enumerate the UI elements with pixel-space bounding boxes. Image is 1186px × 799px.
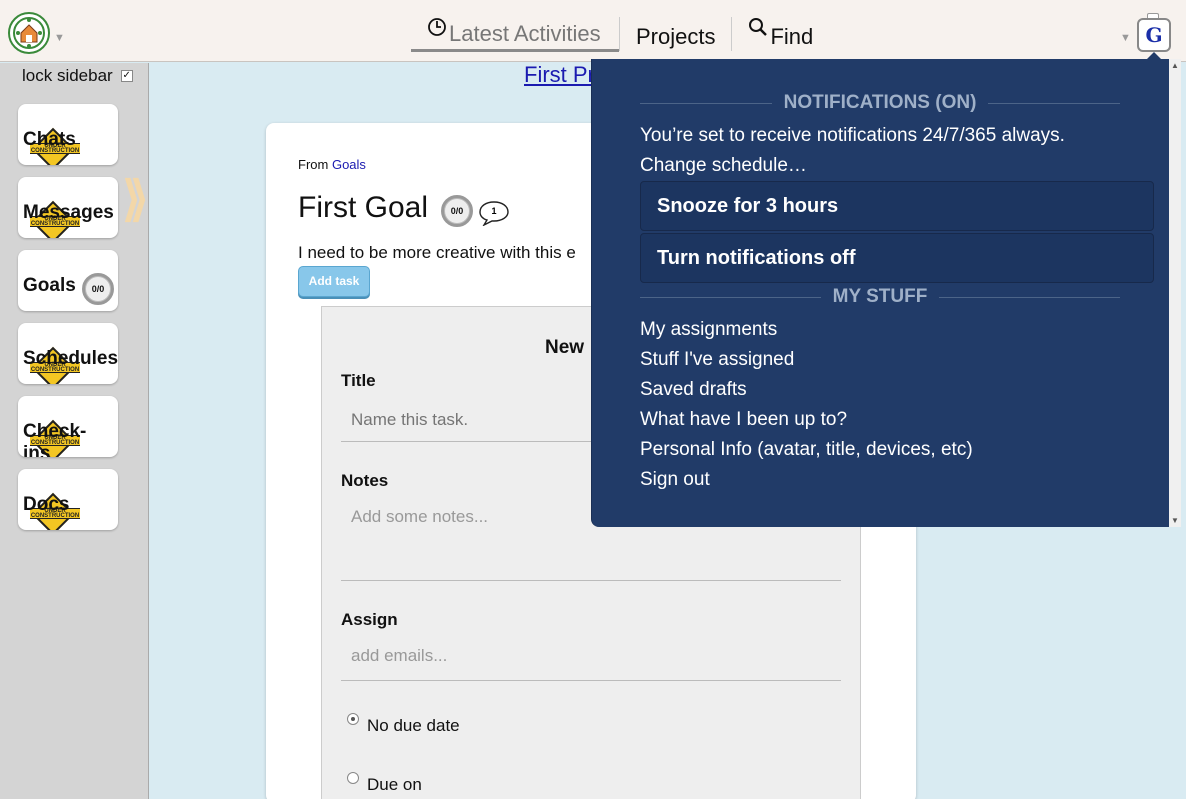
menu-item-stuff-assigned[interactable]: Stuff I've assigned <box>640 349 794 371</box>
turn-notifications-off-button[interactable]: Turn notifications off <box>640 233 1154 283</box>
dropdown-scrollbar[interactable]: ▲ ▼ <box>1169 59 1181 527</box>
nav-label: Latest Activities <box>449 21 601 46</box>
page-title: First Goal <box>298 191 429 224</box>
assign-emails-input[interactable]: add emails... <box>341 646 841 681</box>
scroll-down-icon[interactable]: ▼ <box>1171 516 1179 525</box>
nav-label: Projects <box>636 24 716 49</box>
lock-sidebar-label: lock sidebar <box>22 66 113 85</box>
nav-latest-activities[interactable]: Latest Activities <box>411 16 619 52</box>
dropdown-pointer <box>1147 52 1161 59</box>
sidebar-item-schedules[interactable]: UNDER CONSTRUCTION Schedules <box>18 323 118 384</box>
main-nav: Latest Activities Projects Find <box>411 16 829 52</box>
notifications-section-heading: NOTIFICATIONS (ON) <box>640 92 1121 114</box>
top-bar: ▼ Latest Activities Projects Find ▼ G <box>0 0 1186 62</box>
menu-item-activity[interactable]: What have I been up to? <box>640 409 847 431</box>
goals-progress-badge: 0/0 <box>82 273 114 305</box>
due-on-label: Due on <box>367 775 422 794</box>
notifications-status-text: You’re set to receive notifications 24/7… <box>640 125 1065 146</box>
nav-projects[interactable]: Projects <box>620 16 731 52</box>
menu-item-saved-drafts[interactable]: Saved drafts <box>640 379 747 401</box>
due-on-radio[interactable] <box>347 772 359 784</box>
menu-item-sign-out[interactable]: Sign out <box>640 469 710 491</box>
scroll-up-icon[interactable]: ▲ <box>1171 61 1179 70</box>
sidebar-item-check-ins[interactable]: UNDER CONSTRUCTION Check-ins <box>18 396 118 457</box>
sidebar-item-messages[interactable]: UNDER CONSTRUCTION Messages <box>18 177 118 238</box>
menu-item-personal-info[interactable]: Personal Info (avatar, title, devices, e… <box>640 439 973 461</box>
assign-label: Assign <box>341 610 398 629</box>
nav-find[interactable]: Find <box>732 16 829 52</box>
clock-icon <box>427 17 447 43</box>
user-avatar[interactable]: G <box>1137 18 1171 52</box>
goal-progress-badge: 0/0 <box>441 195 473 227</box>
user-menu-caret-icon[interactable]: ▼ <box>1120 32 1131 44</box>
search-icon <box>748 17 768 43</box>
title-label: Title <box>341 371 376 390</box>
sidebar-item-docs[interactable]: UNDER CONSTRUCTION Docs <box>18 469 118 530</box>
sidebar-item-label: Messages <box>23 202 114 223</box>
sidebar-item-label: Chats <box>23 129 76 150</box>
no-due-date-label: No due date <box>367 716 460 735</box>
menu-item-my-assignments[interactable]: My assignments <box>640 319 777 341</box>
logo-menu-caret-icon[interactable]: ▼ <box>54 32 65 44</box>
mystuff-section-heading: MY STUFF <box>640 286 1120 308</box>
breadcrumb: From Goals <box>298 157 366 172</box>
lock-sidebar-checkbox[interactable]: ✓ <box>120 70 133 82</box>
sidebar-item-label: Goals <box>23 275 76 296</box>
goals-link[interactable]: Goals <box>332 157 366 172</box>
sidebar-item-goals[interactable]: Goals 0/0 <box>18 250 118 311</box>
comment-bubble-icon[interactable]: 1 <box>478 200 509 227</box>
expand-chevron-icon[interactable]: ⟫ <box>122 171 149 227</box>
snooze-button[interactable]: Snooze for 3 hours <box>640 181 1154 231</box>
sidebar-item-chats[interactable]: UNDER CONSTRUCTION Chats <box>18 104 118 165</box>
user-menu-dropdown: NOTIFICATIONS (ON) You’re set to receive… <box>591 59 1181 527</box>
sidebar-item-label: Docs <box>23 494 70 515</box>
sidebar-item-label: Check-ins <box>23 421 87 457</box>
lock-sidebar-toggle[interactable]: lock sidebar ✓ <box>22 66 133 86</box>
from-label: From <box>298 157 329 172</box>
sidebar: lock sidebar ✓ UNDER CONSTRUCTION Chats … <box>0 63 149 799</box>
sidebar-item-label: Schedules <box>23 348 118 369</box>
change-schedule-link[interactable]: Change schedule… <box>640 155 807 177</box>
goal-description: I need to be more creative with this e <box>298 243 576 262</box>
new-task-heading: New <box>545 337 585 358</box>
home-logo-icon[interactable] <box>8 12 50 54</box>
nav-label: Find <box>770 24 814 49</box>
add-task-button[interactable]: Add task <box>298 266 370 297</box>
notes-label: Notes <box>341 471 389 490</box>
no-due-date-radio[interactable] <box>347 713 359 725</box>
comment-count: 1 <box>491 206 496 216</box>
